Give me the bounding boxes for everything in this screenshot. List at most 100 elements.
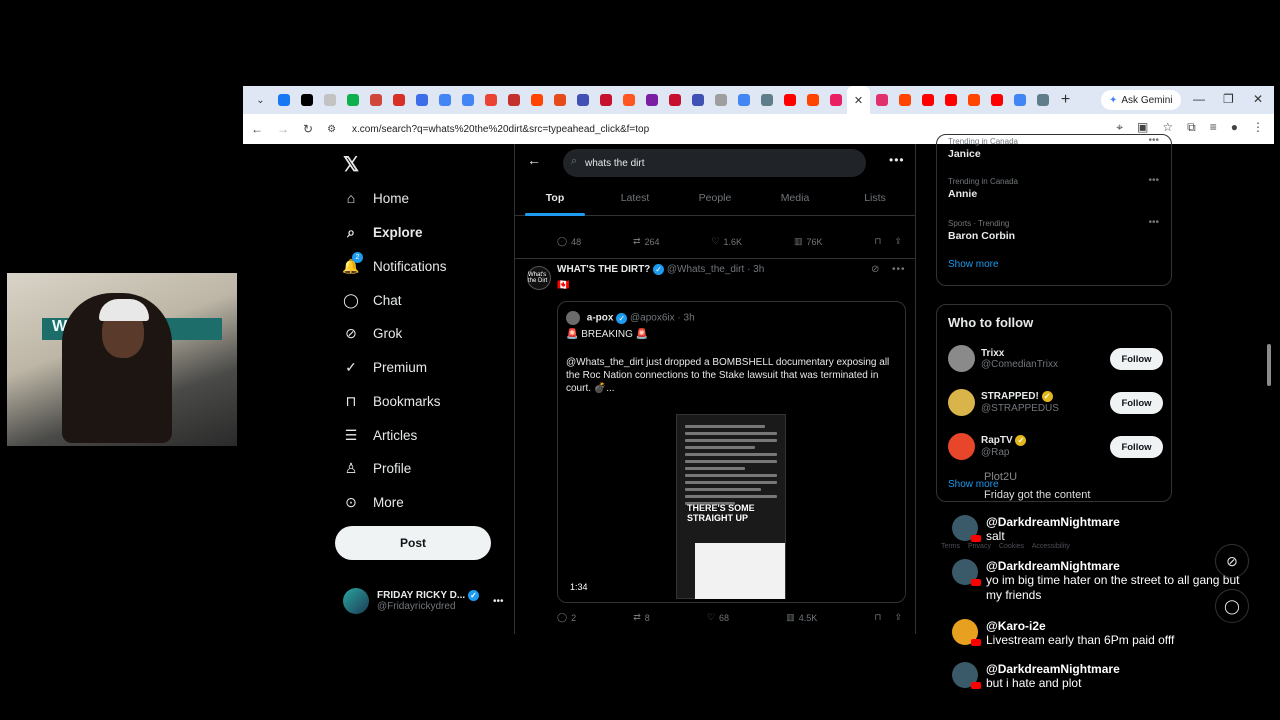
tab-people[interactable]: People (675, 186, 755, 215)
tab[interactable] (732, 86, 755, 114)
tab[interactable] (640, 86, 663, 114)
trends-show-more-link[interactable]: Show more (948, 259, 999, 270)
tab[interactable] (663, 86, 686, 114)
tab[interactable] (962, 86, 985, 114)
views-button[interactable]: ▥ 76K (794, 236, 823, 247)
tab[interactable] (1008, 86, 1031, 114)
follow-button[interactable]: Follow (1110, 348, 1163, 370)
tab[interactable] (479, 86, 502, 114)
tab[interactable] (525, 86, 548, 114)
back-icon[interactable]: ← (251, 122, 263, 136)
tweet-more-icon[interactable]: ••• (892, 264, 906, 275)
tab-top[interactable]: Top (515, 186, 595, 216)
video-player[interactable]: THERE'S SOME STRAIGHT UP 1:34 (558, 406, 905, 602)
close-window-icon[interactable]: ✕ (1253, 92, 1263, 106)
trend-more-icon[interactable]: ••• (1148, 175, 1159, 186)
tab[interactable] (571, 86, 594, 114)
search-options-icon[interactable]: ••• (889, 153, 905, 167)
tab[interactable] (502, 86, 525, 114)
tab[interactable] (410, 86, 433, 114)
tab[interactable] (617, 86, 640, 114)
post-button[interactable]: Post (335, 526, 491, 560)
repost-button[interactable]: ⇄ 264 (633, 236, 660, 247)
tab[interactable] (456, 86, 479, 114)
footer-links[interactable]: Terms Privacy Cookies Accessibility (941, 543, 1070, 550)
url-field[interactable]: x.com/search?q=whats%20the%20dirt&src=ty… (352, 124, 649, 135)
tab-search-dropdown-icon[interactable]: ⌄ (249, 86, 272, 114)
trend-item[interactable]: Trending in Canada Janice (948, 137, 1018, 160)
follow-suggestion[interactable]: RapTV ✓ @Rap Follow (948, 433, 1163, 460)
tab[interactable] (341, 86, 364, 114)
screenshot-icon[interactable]: ▣ (1137, 120, 1148, 135)
grok-icon[interactable]: ⊘ (871, 264, 880, 275)
back-arrow-icon[interactable]: ← (527, 152, 541, 168)
follow-suggestion[interactable]: STRAPPED! ✓ @STRAPPEDUS Follow (948, 389, 1163, 416)
tab[interactable] (801, 86, 824, 114)
site-info-icon[interactable]: ⚙ (327, 124, 336, 135)
reply-button[interactable]: ◯ 48 (557, 236, 581, 247)
trend-item[interactable]: Sports · Trending Baron Corbin (948, 219, 1015, 242)
tab[interactable] (778, 86, 801, 114)
follow-button[interactable]: Follow (1110, 392, 1163, 414)
tab[interactable] (824, 86, 847, 114)
tab[interactable] (548, 86, 571, 114)
ask-gemini-button[interactable]: ✦ Ask Gemini (1101, 90, 1181, 110)
star-icon[interactable]: ☆ (1162, 120, 1173, 135)
reply-button[interactable]: ◯ 2 (557, 612, 576, 623)
search-input[interactable]: ⌕ whats the dirt (563, 149, 866, 177)
minimize-icon[interactable]: — (1193, 92, 1205, 106)
nav-item-home[interactable]: ⌂ Home (343, 190, 409, 206)
nav-item-notifications[interactable]: 🔔 2 Notifications (342, 252, 447, 274)
nav-item-bookmarks[interactable]: ⊓ Bookmarks (343, 393, 441, 409)
repost-button[interactable]: ⇄ 8 (633, 612, 650, 623)
trend-item[interactable]: Trending in Canada Annie (948, 177, 1018, 200)
reload-icon[interactable]: ↻ (303, 122, 313, 136)
bookmark-share[interactable]: ⊓ ⇪ (874, 612, 902, 623)
tweet-author-avatar[interactable]: What's the Dirt (527, 266, 551, 290)
tab[interactable] (1031, 86, 1054, 114)
tab-latest[interactable]: Latest (595, 186, 675, 215)
tab[interactable] (916, 86, 939, 114)
trend-more-icon[interactable]: ••• (1148, 135, 1159, 146)
grok-float-icon[interactable]: ⊘ (1215, 544, 1249, 578)
tweet-author-handle[interactable]: @Whats_the_dirt (667, 264, 744, 275)
browser-menu-icon[interactable]: ⋮ (1252, 120, 1264, 135)
account-switcher[interactable]: FRIDAY RICKY D... ✓ @Fridayrickydred ••• (343, 588, 503, 614)
close-tab-icon[interactable]: ✕ (847, 86, 870, 114)
tab[interactable] (755, 86, 778, 114)
profile-avatar-icon[interactable]: ● (1231, 120, 1238, 135)
tab[interactable] (272, 86, 295, 114)
tab[interactable] (709, 86, 732, 114)
trend-more-icon[interactable]: ••• (1148, 217, 1159, 228)
extensions-icon[interactable]: ⧉ (1187, 120, 1196, 135)
forward-icon[interactable]: → (277, 122, 289, 136)
new-tab-icon[interactable]: + (1054, 86, 1077, 114)
maximize-icon[interactable]: ❐ (1223, 92, 1234, 106)
tab[interactable] (939, 86, 962, 114)
follow-suggestion[interactable]: Trixx @ComedianTrixx Follow (948, 345, 1163, 372)
nav-item-profile[interactable]: ♙ Profile (343, 460, 412, 476)
tab[interactable] (387, 86, 410, 114)
tab[interactable] (594, 86, 617, 114)
tab[interactable] (433, 86, 456, 114)
follow-show-more-link[interactable]: Show more (948, 479, 999, 490)
tab-media[interactable]: Media (755, 186, 835, 215)
nav-item-premium[interactable]: ✓ Premium (343, 359, 427, 375)
views-button[interactable]: ▥ 4.5K (786, 612, 817, 623)
location-icon[interactable]: ⌖ (1116, 120, 1123, 135)
nav-item-explore[interactable]: ⌕ Explore (343, 224, 422, 240)
tab-lists[interactable]: Lists (835, 186, 915, 215)
tab[interactable] (295, 86, 318, 114)
bookmark-share[interactable]: ⊓ ⇪ (874, 236, 902, 247)
nav-item-articles[interactable]: ☰ Articles (343, 427, 418, 443)
tab[interactable] (364, 86, 387, 114)
quoted-tweet[interactable]: a-pox ✓ @apox6ix · 3h 🚨 BREAKING 🚨 @What… (557, 301, 906, 603)
tab[interactable] (985, 86, 1008, 114)
nav-item-grok[interactable]: ⊘ Grok (343, 325, 402, 341)
nav-item-more[interactable]: ⊙ More (343, 494, 404, 510)
follow-button[interactable]: Follow (1110, 436, 1163, 458)
like-button[interactable]: ♡ 68 (707, 612, 729, 623)
reading-list-icon[interactable]: ≡ (1210, 120, 1217, 135)
tab[interactable] (318, 86, 341, 114)
tweet-author-name[interactable]: WHAT'S THE DIRT? (557, 264, 650, 275)
